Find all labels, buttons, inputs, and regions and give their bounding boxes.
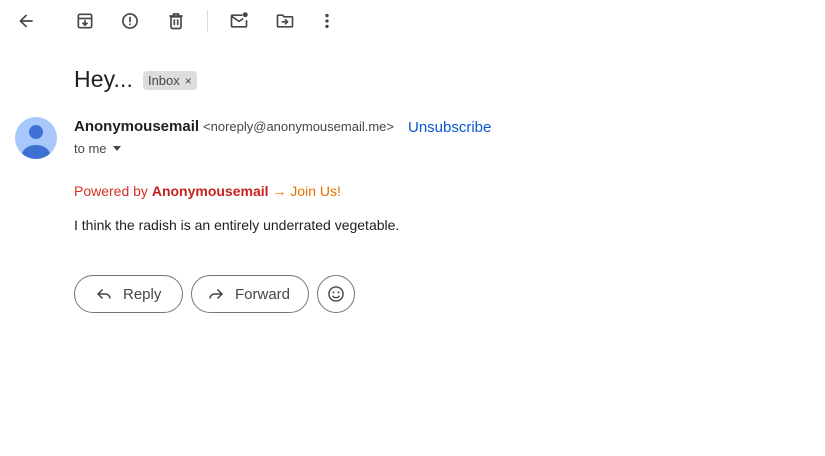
email-body: I think the radish is an entirely underr… xyxy=(74,217,400,233)
powered-brand: Anonymousemail xyxy=(151,183,269,199)
back-arrow-icon xyxy=(19,14,33,28)
sender-email: <noreply@anonymousemail.me> xyxy=(203,119,394,134)
archive-button[interactable] xyxy=(67,3,103,39)
person-icon xyxy=(22,125,50,159)
more-options-button[interactable] xyxy=(309,3,345,39)
delete-icon xyxy=(169,13,183,30)
toolbar-divider xyxy=(207,10,208,32)
sender-avatar xyxy=(15,117,57,159)
reply-label: Reply xyxy=(123,285,162,303)
add-reaction-button[interactable] xyxy=(317,275,355,313)
message-toolbar xyxy=(0,0,825,42)
forward-icon xyxy=(209,288,224,300)
report-spam-icon xyxy=(122,13,138,29)
join-us-link[interactable]: → Join Us! xyxy=(272,183,340,199)
recipient-row: to me xyxy=(74,141,121,156)
report-spam-button[interactable] xyxy=(112,3,148,39)
powered-prefix: Powered by xyxy=(74,183,152,199)
move-to-icon xyxy=(276,14,294,28)
remove-label-icon[interactable]: × xyxy=(185,74,192,88)
back-button[interactable] xyxy=(8,3,44,39)
subject-row: Hey... Inbox × xyxy=(74,66,197,93)
smiley-icon xyxy=(328,286,344,302)
delete-button[interactable] xyxy=(158,3,194,39)
more-options-icon xyxy=(325,13,329,29)
archive-icon xyxy=(77,13,93,29)
email-subject: Hey... xyxy=(74,66,133,92)
mark-unread-icon xyxy=(230,12,248,28)
label-chip-text: Inbox xyxy=(147,73,180,88)
email-view: Hey... Inbox × Anonymousemail <noreply@a… xyxy=(0,0,825,456)
unsubscribe-link[interactable]: Unsubscribe xyxy=(408,119,491,136)
move-to-button[interactable] xyxy=(267,3,303,39)
reply-button[interactable]: Reply xyxy=(74,275,183,313)
forward-button[interactable]: Forward xyxy=(191,275,309,313)
sender-name[interactable]: Anonymousemail xyxy=(74,118,199,135)
sender-row: Anonymousemail <noreply@anonymousemail.m… xyxy=(74,118,394,135)
show-details-dropdown[interactable] xyxy=(112,146,121,151)
inbox-label-chip[interactable]: Inbox × xyxy=(142,71,197,90)
to-line: to me xyxy=(74,141,107,156)
forward-label: Forward xyxy=(235,285,291,303)
powered-by-banner: Powered by Anonymousemail → Join Us! xyxy=(74,183,341,199)
reply-icon xyxy=(96,288,111,300)
mark-unread-button[interactable] xyxy=(221,3,257,39)
